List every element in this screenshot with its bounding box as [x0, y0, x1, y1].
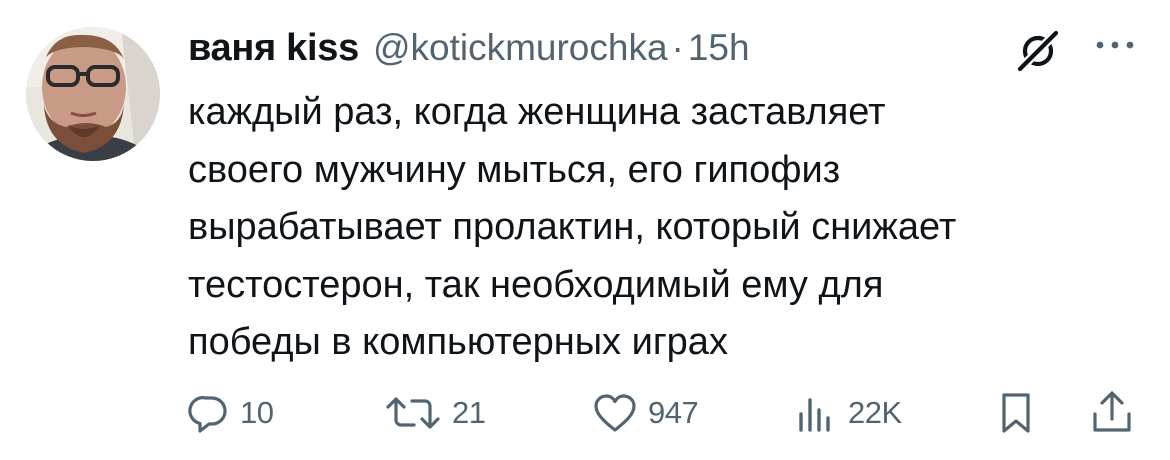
author-name[interactable]: ваня kiss — [188, 27, 359, 70]
heart-icon — [594, 394, 636, 432]
grok-icon[interactable] — [1014, 27, 1062, 75]
views-button[interactable]: 22K — [792, 388, 902, 438]
reply-icon — [188, 396, 227, 433]
tweet-text-line: каждый раз, когда женщина заставляет — [188, 91, 886, 133]
reply-button[interactable]: 10 — [188, 388, 274, 438]
retweet-icon — [386, 397, 440, 429]
more-icon[interactable] — [1092, 30, 1138, 60]
separator-dot: · — [671, 27, 684, 68]
tweet-text: каждый раз, когда женщина заставляет сво… — [188, 84, 1148, 372]
retweet-count: 21 — [452, 395, 486, 430]
tweet-header: ваня kiss @kotickmurochka · 15h — [188, 24, 750, 72]
share-icon — [1093, 391, 1131, 432]
bookmark-icon — [1002, 393, 1030, 433]
author-handle[interactable]: @kotickmurochka — [373, 27, 668, 69]
bookmark-button[interactable] — [996, 388, 1036, 438]
share-button[interactable] — [1090, 388, 1134, 438]
tweet-text-line: своего мужчину мыться, его гипофиз — [188, 148, 841, 191]
avatar-image — [26, 27, 160, 161]
avatar[interactable] — [26, 27, 160, 161]
retweet-button[interactable]: 21 — [384, 388, 486, 438]
like-button[interactable]: 947 — [592, 388, 699, 438]
views-icon — [799, 398, 830, 432]
action-bar: 10 21 947 22K — [0, 388, 1170, 438]
reply-count: 10 — [240, 395, 274, 430]
views-count: 22K — [848, 395, 902, 430]
like-count: 947 — [648, 395, 699, 430]
tweet-text-line: победы в компьютерных играх — [188, 321, 728, 363]
timestamp[interactable]: 15h — [688, 27, 750, 69]
tweet-text-line: вырабатывает пролактин, который снижает — [188, 206, 957, 248]
tweet-text-line: тестостерон, так необходимый ему для — [188, 263, 884, 306]
